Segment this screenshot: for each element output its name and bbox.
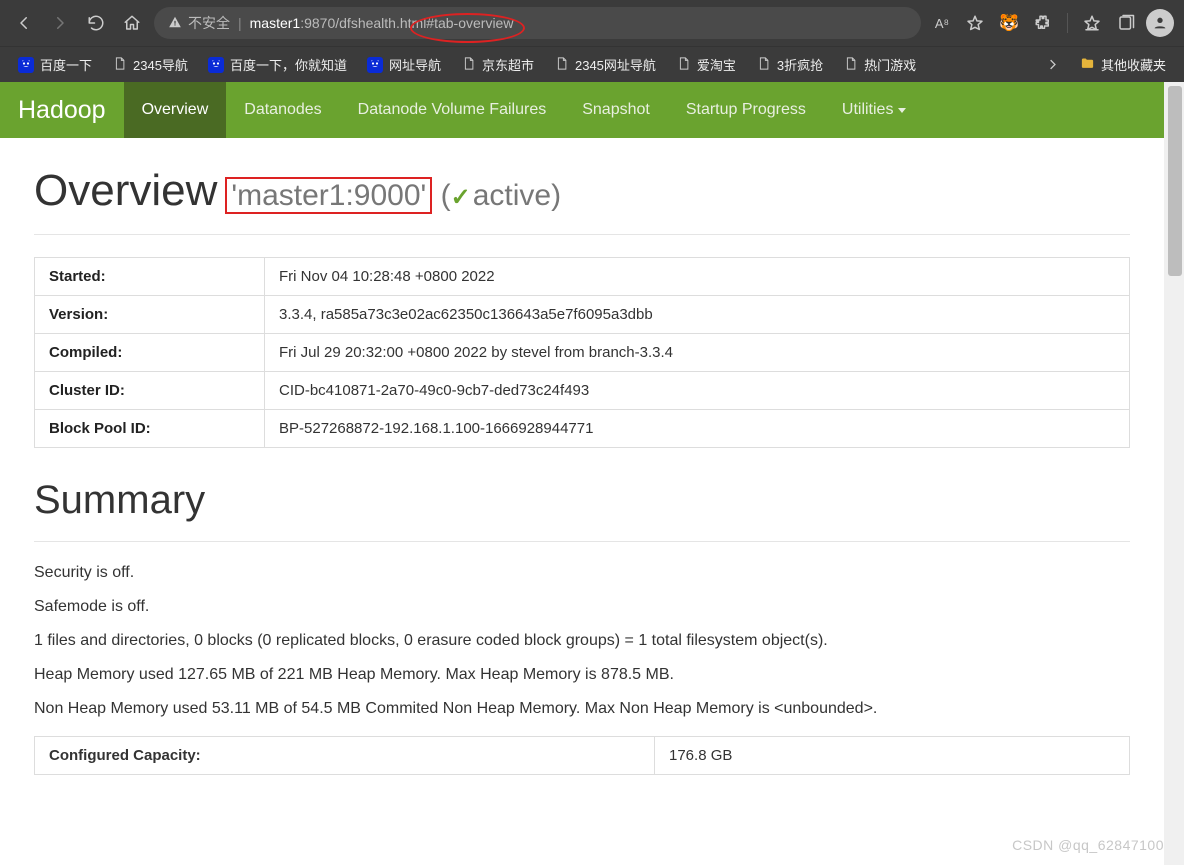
bookmark-1[interactable]: 2345导航 xyxy=(104,51,196,78)
address-bar[interactable]: 不安全 | master1:9870/dfshealth.html#tab-ov… xyxy=(154,7,921,39)
bookmark-2[interactable]: 百度一下，你就知道 xyxy=(200,51,355,78)
extensions-button[interactable] xyxy=(1029,9,1057,37)
tiger-icon[interactable]: 🐯 xyxy=(995,9,1023,37)
info-key: Started: xyxy=(35,258,265,296)
watermark: CSDN @qq_62847100 xyxy=(1012,837,1164,853)
info-key: Compiled: xyxy=(35,334,265,372)
profile-avatar[interactable] xyxy=(1146,9,1174,37)
bookmark-5[interactable]: 2345网址导航 xyxy=(546,51,664,78)
insecure-label: 不安全 xyxy=(188,13,230,33)
summary-heading: Summary xyxy=(34,478,1130,523)
nav-utilities[interactable]: Utilities xyxy=(824,82,925,138)
info-val: Fri Jul 29 20:32:00 +0800 2022 by stevel… xyxy=(265,334,1130,372)
refresh-button[interactable] xyxy=(82,9,110,37)
nav-startup-progress[interactable]: Startup Progress xyxy=(668,82,824,138)
other-favorites-label: 其他收藏夹 xyxy=(1101,55,1166,74)
bookmarks-bar: 百度一下 2345导航 百度一下，你就知道 网址导航 京东超市 2345网址导航 爱淘宝 3折… xyxy=(0,46,1184,82)
table-row: Cluster ID:CID-bc410871-2a70-49c0-9cb7-d… xyxy=(35,372,1130,410)
bookmark-label: 京东超市 xyxy=(482,55,534,74)
table-row: Configured Capacity: 176.8 GB xyxy=(35,737,1130,775)
page-icon xyxy=(676,56,691,74)
baidu-icon xyxy=(18,57,34,73)
page-icon xyxy=(756,56,771,74)
info-val: Fri Nov 04 10:28:48 +0800 2022 xyxy=(265,258,1130,296)
other-favorites[interactable]: 其他收藏夹 xyxy=(1072,51,1174,78)
bookmark-0[interactable]: 百度一下 xyxy=(10,51,100,78)
info-val: BP-527268872-192.168.1.100-1666928944771 xyxy=(265,410,1130,448)
bookmark-8[interactable]: 热门游戏 xyxy=(835,51,924,78)
summary-text: Security is off. Safemode is off. 1 files … xyxy=(34,564,1130,718)
bookmark-label: 2345网址导航 xyxy=(575,55,656,74)
info-key: Block Pool ID: xyxy=(35,410,265,448)
info-table: Started:Fri Nov 04 10:28:48 +0800 2022Ve… xyxy=(34,257,1130,448)
nav-overview[interactable]: Overview xyxy=(124,82,227,138)
cap-val: 176.8 GB xyxy=(655,737,1130,775)
page-icon xyxy=(554,56,569,74)
nav-datanode-volume-failures[interactable]: Datanode Volume Failures xyxy=(340,82,565,138)
bookmark-label: 网址导航 xyxy=(389,55,441,74)
separator: | xyxy=(238,15,242,31)
check-icon: ✓ xyxy=(451,184,471,211)
folder-icon xyxy=(1080,56,1095,74)
info-val: CID-bc410871-2a70-49c0-9cb7-ded73c24f493 xyxy=(265,372,1130,410)
brand[interactable]: Hadoop xyxy=(18,82,124,138)
bookmark-7[interactable]: 3折疯抢 xyxy=(748,51,831,78)
bookmark-label: 百度一下 xyxy=(40,55,92,74)
capacity-table: Configured Capacity: 176.8 GB xyxy=(34,736,1130,775)
favorite-button[interactable] xyxy=(961,9,989,37)
summary-line: 1 files and directories, 0 blocks (0 rep… xyxy=(34,632,1130,650)
page-icon xyxy=(461,56,476,74)
page-title: Overview 'master1:9000' (✓active) xyxy=(34,166,1130,216)
baidu-icon xyxy=(208,57,224,73)
viewport: Hadoop OverviewDatanodesDatanode Volume … xyxy=(0,82,1184,865)
caret-icon xyxy=(898,108,906,113)
table-row: Compiled:Fri Jul 29 20:32:00 +0800 2022 … xyxy=(35,334,1130,372)
summary-line: Security is off. xyxy=(34,564,1130,582)
annotation-red-box: 'master1:9000' xyxy=(225,177,432,214)
bookmark-label: 3折疯抢 xyxy=(777,55,823,74)
nav-snapshot[interactable]: Snapshot xyxy=(564,82,668,138)
divider xyxy=(34,234,1130,235)
scroll-thumb[interactable] xyxy=(1168,86,1182,276)
divider xyxy=(34,541,1130,542)
page-content: Hadoop OverviewDatanodesDatanode Volume … xyxy=(0,82,1164,865)
bookmark-label: 百度一下，你就知道 xyxy=(230,55,347,74)
info-key: Version: xyxy=(35,296,265,334)
page-icon xyxy=(112,56,127,74)
scrollbar[interactable] xyxy=(1164,82,1184,865)
baidu-icon xyxy=(367,57,383,73)
table-row: Block Pool ID:BP-527268872-192.168.1.100… xyxy=(35,410,1130,448)
back-button[interactable] xyxy=(10,9,38,37)
bookmark-label: 热门游戏 xyxy=(864,55,916,74)
bookmark-6[interactable]: 爱淘宝 xyxy=(668,51,744,78)
cap-key: Configured Capacity: xyxy=(35,737,655,775)
bookmark-4[interactable]: 京东超市 xyxy=(453,51,542,78)
bookmark-label: 2345导航 xyxy=(133,55,188,74)
hadoop-navbar: Hadoop OverviewDatanodesDatanode Volume … xyxy=(0,82,1164,138)
forward-button[interactable] xyxy=(46,9,74,37)
browser-toolbar: 不安全 | master1:9870/dfshealth.html#tab-ov… xyxy=(0,0,1184,46)
favorites-button[interactable] xyxy=(1078,9,1106,37)
summary-line: Safemode is off. xyxy=(34,598,1130,616)
info-key: Cluster ID: xyxy=(35,372,265,410)
read-aloud-button[interactable]: A⁸ xyxy=(929,9,955,37)
page-icon xyxy=(843,56,858,74)
insecure-icon xyxy=(168,15,182,32)
info-val: 3.3.4, ra585a73c3e02ac62350c136643a5e7f6… xyxy=(265,296,1130,334)
bookmark-label: 爱淘宝 xyxy=(697,55,736,74)
separator xyxy=(1067,13,1068,33)
bookmarks-overflow[interactable] xyxy=(1037,53,1068,76)
nav-datanodes[interactable]: Datanodes xyxy=(226,82,339,138)
collections-button[interactable] xyxy=(1112,9,1140,37)
bookmark-3[interactable]: 网址导航 xyxy=(359,51,449,78)
table-row: Started:Fri Nov 04 10:28:48 +0800 2022 xyxy=(35,258,1130,296)
summary-line: Heap Memory used 127.65 MB of 221 MB Hea… xyxy=(34,666,1130,684)
table-row: Version:3.3.4, ra585a73c3e02ac62350c1366… xyxy=(35,296,1130,334)
url-text: master1:9870/dfshealth.html#tab-overview xyxy=(250,15,514,31)
home-button[interactable] xyxy=(118,9,146,37)
summary-line: Non Heap Memory used 53.11 MB of 54.5 MB… xyxy=(34,700,1130,718)
